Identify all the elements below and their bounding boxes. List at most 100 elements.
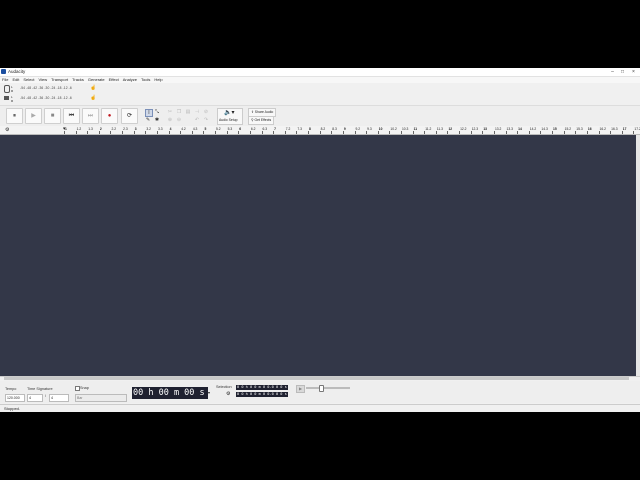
zoom-in-icon[interactable]: ⊕	[167, 117, 173, 123]
stop-button[interactable]: ■	[44, 108, 61, 124]
menu-analyze[interactable]: Analyze	[123, 77, 137, 83]
record-monitor-icon[interactable]: ☝	[90, 85, 96, 91]
snap-dropdown[interactable]: Bar	[75, 394, 127, 402]
ruler-tick-line	[110, 131, 112, 134]
ruler-ticks: 1 1.2 1.3 2 2.2 2.3 3 3.2 3.3 4 4.2 4.3 5 5.2 5.3 6 6.2 6…	[64, 126, 640, 134]
zoom-out-icon[interactable]: ⊖	[176, 117, 182, 123]
ruler-tick-line	[133, 131, 135, 134]
play-speed-slider[interactable]	[306, 385, 350, 392]
ruler-tick-label: 9	[343, 127, 346, 131]
menu-generate[interactable]: Generate	[88, 77, 105, 83]
ruler-tick-line	[168, 131, 170, 134]
envelope-tool-icon[interactable]: ⤡	[154, 109, 160, 115]
time-signature-denominator[interactable]: 4	[49, 394, 69, 402]
maximize-button[interactable]: □	[617, 68, 628, 76]
meter-channel-labels: LR	[11, 95, 14, 103]
menu-file[interactable]: File	[2, 77, 8, 83]
cut-icon[interactable]: ✂	[167, 109, 173, 115]
multi-tool-icon[interactable]: ✱	[154, 117, 160, 123]
ruler-tick-line	[238, 131, 240, 134]
playback-monitor-icon[interactable]: ☝	[90, 95, 96, 101]
ruler-tick-line	[191, 131, 193, 134]
trim-icon[interactable]: ⊣	[194, 109, 200, 115]
menu-tools[interactable]: Tools	[141, 77, 150, 83]
ruler-tick-label: 8.2	[320, 127, 326, 131]
play-button[interactable]: ▶	[25, 108, 42, 124]
get-effects-button[interactable]: ⚲ Get Effects	[248, 116, 275, 125]
playback-meter-scale: -54 -48 -42 -36 -30 -24 -18 -12 -6	[20, 96, 72, 100]
timeline-ruler[interactable]: ⚙ ▾ 1 1.2 1.3 2 2.2 2.3 3 3.2 3.3 4 4.2 4.3 5 5.2 5.3 6…	[0, 126, 640, 135]
tempo-label: Tempo	[5, 387, 17, 391]
selection-options-icon[interactable]: ⚙	[226, 391, 230, 397]
copy-icon[interactable]: ❐	[176, 109, 182, 115]
app-logo-icon	[1, 69, 6, 74]
ruler-tick-label: 11	[413, 127, 418, 131]
ruler-tick-line	[435, 131, 437, 134]
selection-end-time[interactable]: 0 0 h 0 0 m 0 0.0 0 0 s	[236, 392, 288, 397]
record-button[interactable]: ●	[101, 108, 118, 124]
slider-thumb[interactable]	[319, 385, 324, 392]
paste-icon[interactable]: ▤	[185, 109, 191, 115]
menu-bar: File Edit Select View Transport Tracks Generat…	[0, 77, 640, 83]
close-button[interactable]: ×	[628, 68, 639, 76]
title-bar: Audacity – □ ×	[0, 68, 640, 77]
stop-icon: ■	[50, 113, 55, 119]
playback-meter[interactable]: LR -54 -48 -42 -36 -30 -24 -18 -12 -6 ☝	[0, 94, 100, 103]
undo-icon[interactable]: ↶	[194, 117, 200, 123]
ruler-tick-label: 10.2	[390, 127, 397, 131]
ruler-tick-label: 12.3	[471, 127, 479, 131]
record-meter[interactable]: LR -54 -48 -42 -36 -30 -24 -18 -12 -6 ☝	[0, 84, 100, 93]
time-display-dropdown-icon[interactable]: ▾	[208, 390, 210, 395]
scroll-thumb[interactable]	[4, 377, 629, 380]
menu-transport[interactable]: Transport	[51, 77, 68, 83]
ruler-tick-line	[493, 131, 495, 134]
ruler-tick-label: 2.3	[123, 127, 128, 131]
skip-to-start-button[interactable]: ⏮	[63, 108, 80, 124]
menu-edit[interactable]: Edit	[12, 77, 19, 83]
tempo-input[interactable]: 120.000	[5, 394, 25, 402]
audio-setup-button[interactable]: 🔈▾ Audio Setup	[217, 108, 243, 125]
edit-toolbar: ✂ ❐ ▤ ⊣ ⊘ ⊕ ⊖ ↶ ↷	[167, 109, 211, 123]
vertical-scrollbar[interactable]	[636, 135, 640, 376]
redo-icon[interactable]: ↷	[203, 117, 209, 123]
ruler-tick-label: 11.3	[436, 127, 443, 131]
ruler-tick-line	[296, 131, 298, 134]
share-audio-label: Share Audio	[254, 110, 274, 114]
menu-tracks[interactable]: Tracks	[72, 77, 84, 83]
ruler-tick-line	[586, 131, 588, 134]
loop-button[interactable]: ⟳	[121, 108, 138, 124]
ruler-tick-line	[633, 131, 635, 134]
menu-view[interactable]: View	[38, 77, 47, 83]
timeline-options-icon[interactable]: ⚙	[5, 127, 9, 133]
ruler-tick-label: 3	[134, 127, 137, 131]
selection-start-time[interactable]: 0 0 h 0 0 m 0 0.0 0 0 s	[236, 385, 288, 390]
pause-button[interactable]: ⏸	[6, 108, 23, 124]
ruler-tick-line	[470, 131, 472, 134]
ruler-tick-label: 17.2	[634, 127, 640, 131]
draw-tool-icon[interactable]: ✎	[145, 117, 151, 123]
ruler-tick-label: 1.3	[88, 127, 93, 131]
ruler-tick-label: 13	[483, 127, 487, 131]
skip-to-end-button[interactable]: ⏭	[82, 108, 99, 124]
ruler-tick-label: 4.3	[192, 127, 198, 131]
track-area[interactable]	[0, 135, 636, 376]
menu-select[interactable]: Select	[23, 77, 34, 83]
ruler-tick-label: 15	[553, 127, 557, 131]
silence-icon[interactable]: ⊘	[203, 109, 209, 115]
main-toolbar: ⏸ ▶ ■ ⏮ ⏭ ● ⟳ I ⤡ ✎ ✱ ✂ ❐ ▤ ⊣ ⊘ ⊕ ⊖ ↶ ↷ …	[0, 105, 640, 127]
ruler-tick-line	[319, 131, 321, 134]
ruler-tick-line	[98, 131, 100, 134]
play-at-speed-button[interactable]: ▶	[296, 385, 305, 393]
ruler-tick-label: 13.2	[494, 127, 502, 131]
time-signature-numerator[interactable]: 4	[27, 394, 43, 402]
ruler-tick-line	[389, 131, 391, 134]
pause-icon: ⏸	[12, 113, 16, 119]
menu-help[interactable]: Help	[154, 77, 162, 83]
menu-effect[interactable]: Effect	[109, 77, 119, 83]
ruler-tick-line	[75, 131, 77, 134]
ruler-tick-line	[412, 131, 414, 134]
selection-tool-icon[interactable]: I	[145, 109, 153, 117]
ruler-tick-label: 8	[309, 127, 311, 131]
ruler-tick-line	[226, 131, 228, 134]
time-display[interactable]: 00 h 00 m 00 s	[132, 387, 208, 399]
